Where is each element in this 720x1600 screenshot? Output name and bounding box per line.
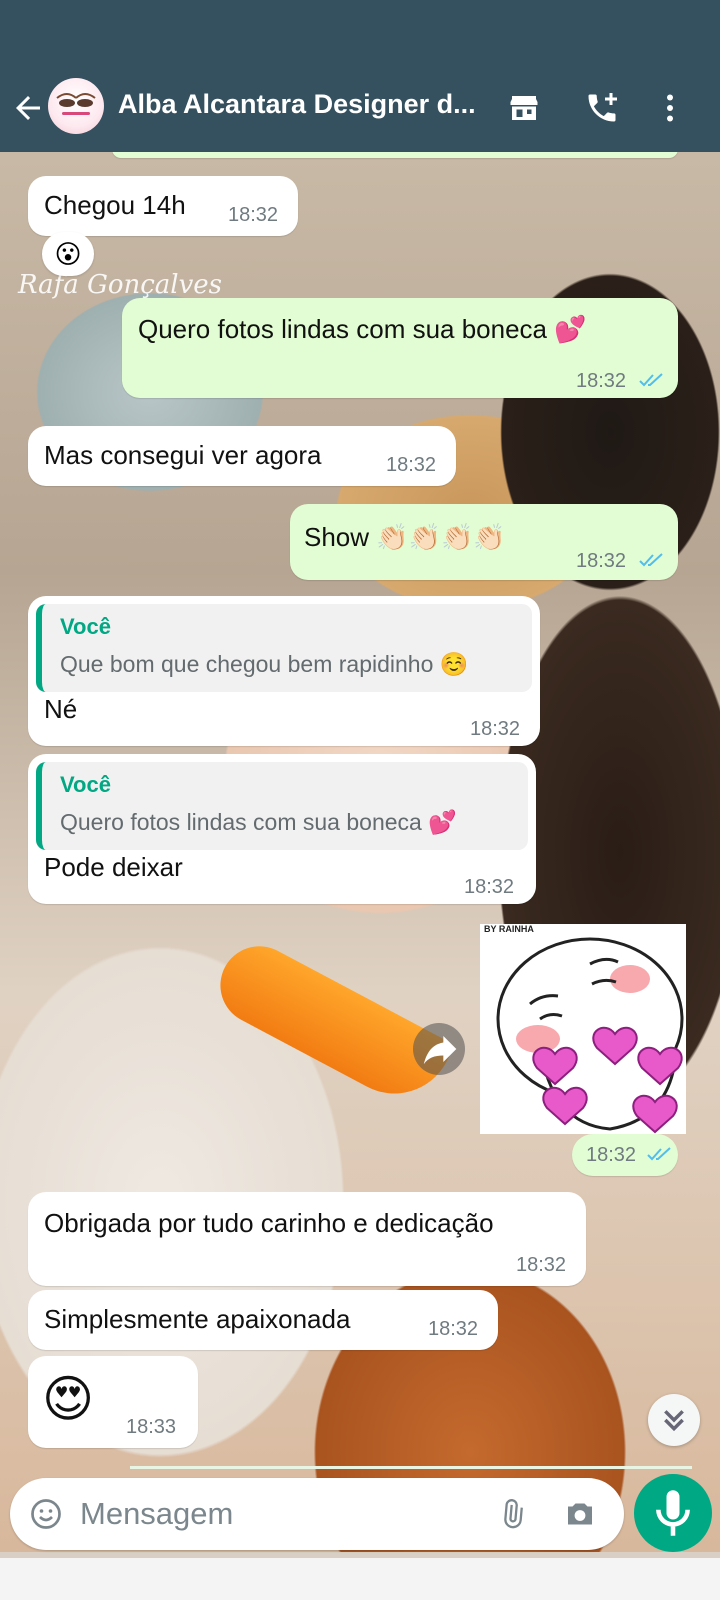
message-emoji: 😍 [42, 1371, 95, 1427]
message-reaction[interactable]: 😮 [42, 232, 94, 276]
message-time: 18:32 [576, 550, 627, 572]
sticker-message[interactable]: BY RAINHA [480, 924, 686, 1134]
message-time: 18:32 [386, 454, 437, 476]
message-text: Mas consegui ver agora [44, 440, 322, 470]
read-ticks-icon [639, 553, 663, 567]
contact-name[interactable]: Alba Alcantara Designer d... [118, 89, 476, 120]
double-chevron-down-icon [664, 1410, 684, 1432]
emoji-icon[interactable] [28, 1496, 64, 1532]
scroll-to-bottom-button[interactable] [648, 1394, 700, 1446]
message-time: 18:32 [576, 370, 627, 392]
message-time: 18:32 [464, 876, 515, 898]
message-bubble-incoming[interactable]: Obrigada por tudo carinho e dedicação 18… [28, 1192, 586, 1286]
avatar[interactable] [48, 78, 104, 134]
store-icon[interactable] [506, 90, 542, 126]
sticker-label: BY RAINHA [484, 924, 534, 934]
blushing-character-sticker [496, 937, 684, 1134]
message-time: 18:32 [516, 1254, 567, 1276]
message-time: 18:33 [126, 1416, 177, 1438]
more-vertical-icon[interactable] [652, 90, 688, 126]
composer-divider [130, 1466, 692, 1469]
read-ticks-icon [647, 1147, 671, 1161]
system-nav-bar [0, 1558, 720, 1600]
message-time: 18:32 [428, 1318, 479, 1340]
message-text: Chegou 14h [44, 190, 186, 220]
message-composer[interactable]: Mensagem [10, 1478, 624, 1550]
message-text: Show 👏🏻👏🏻👏🏻👏🏻 [304, 522, 506, 552]
message-bubble-incoming[interactable]: 😍 18:33 [28, 1356, 198, 1448]
forward-button[interactable] [413, 1023, 465, 1075]
quoted-message[interactable]: Você Quero fotos lindas com sua boneca 💕 [36, 762, 528, 850]
attach-icon[interactable] [494, 1496, 530, 1532]
sticker-time-badge: 18:32 [572, 1134, 678, 1176]
quoted-author: Você [60, 614, 111, 639]
message-text: Né [44, 694, 78, 724]
message-bubble-incoming[interactable]: Chegou 14h 18:32 [28, 176, 298, 236]
reaction-emoji: 😮 [54, 239, 82, 269]
add-call-icon[interactable] [584, 90, 620, 126]
message-bubble-reply[interactable]: Você Quero fotos lindas com sua boneca 💕… [28, 754, 536, 904]
wallpaper-watermark: Rafa Gonçalves [18, 270, 223, 300]
voice-message-button[interactable] [634, 1474, 712, 1552]
message-bubble-incoming[interactable]: Simplesmente apaixonada 18:32 [28, 1290, 498, 1350]
quoted-author: Você [60, 772, 111, 797]
message-time: 18:32 [586, 1144, 637, 1166]
quoted-text: Quero fotos lindas com sua boneca 💕 [60, 809, 457, 835]
message-input[interactable]: Mensagem [80, 1496, 233, 1532]
message-bubble-incoming[interactable]: Mas consegui ver agora 18:32 [28, 426, 456, 486]
message-text: Pode deixar [44, 852, 183, 882]
quoted-message[interactable]: Você Que bom que chegou bem rapidinho ☺️ [36, 604, 532, 692]
message-time: 18:32 [228, 204, 279, 226]
forward-icon [423, 1036, 457, 1065]
message-text: Quero fotos lindas com sua boneca 💕 [138, 314, 587, 344]
message-bubble-outgoing[interactable]: Quero fotos lindas com sua boneca 💕 18:3… [122, 298, 678, 398]
camera-icon[interactable] [562, 1496, 598, 1532]
message-time: 18:32 [470, 718, 521, 740]
message-bubble-outgoing[interactable]: Show 👏🏻👏🏻👏🏻👏🏻 18:32 [290, 504, 678, 580]
mic-icon [656, 1490, 690, 1536]
message-text: Simplesmente apaixonada [44, 1304, 351, 1334]
message-bubble-reply[interactable]: Você Que bom que chegou bem rapidinho ☺️… [28, 596, 540, 746]
read-ticks-icon [639, 373, 663, 387]
message-text: Obrigada por tudo carinho e dedicação [44, 1208, 494, 1238]
quoted-text: Que bom que chegou bem rapidinho ☺️ [60, 651, 469, 677]
chat-header: Alba Alcantara Designer d... [0, 72, 720, 152]
status-bar [0, 0, 720, 72]
avatar-eyes-logo [56, 93, 96, 115]
back-arrow-icon[interactable] [10, 90, 46, 126]
